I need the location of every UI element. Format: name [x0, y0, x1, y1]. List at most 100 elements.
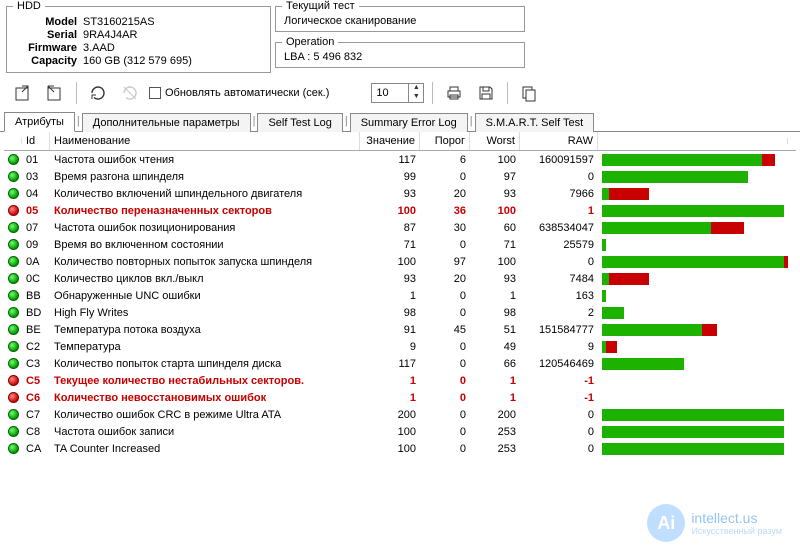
- col-raw[interactable]: RAW: [520, 132, 598, 150]
- cell-bar: [598, 425, 788, 439]
- interval-input[interactable]: [372, 84, 408, 102]
- cell-threshold: 0: [420, 357, 470, 371]
- cell-value: 99: [360, 170, 420, 184]
- cell-name: Время разгона шпинделя: [50, 170, 360, 184]
- cell-value: 117: [360, 357, 420, 371]
- table-row[interactable]: 07Частота ошибок позиционирования8730606…: [4, 219, 796, 236]
- status-led-icon: [8, 273, 19, 284]
- tab-2[interactable]: Self Test Log: [257, 113, 342, 132]
- cell-threshold: 20: [420, 272, 470, 286]
- table-row[interactable]: BBОбнаруженные UNC ошибки101163: [4, 287, 796, 304]
- col-threshold[interactable]: Порог: [420, 132, 470, 150]
- table-row[interactable]: C6Количество невосстановимых ошибок101-1: [4, 389, 796, 406]
- interval-spinner[interactable]: ▲ ▼: [371, 83, 424, 103]
- cell-worst: 49: [470, 340, 520, 354]
- cell-value: 1: [360, 391, 420, 405]
- status-led-icon: [8, 290, 19, 301]
- cell-raw: 0: [520, 170, 598, 184]
- tab-0[interactable]: Атрибуты: [4, 112, 75, 132]
- cell-id: 09: [22, 238, 50, 252]
- cell-name: Количество ошибок CRC в режиме Ultra ATA: [50, 408, 360, 422]
- auto-refresh-checkbox[interactable]: Обновлять автоматически (сек.): [149, 87, 329, 99]
- tab-3[interactable]: Summary Error Log: [350, 113, 468, 132]
- cell-name: Обнаруженные UNC ошибки: [50, 289, 360, 303]
- value-capacity: 160 GB (312 579 695): [83, 55, 262, 67]
- cell-threshold: 0: [420, 306, 470, 320]
- col-worst[interactable]: Worst: [470, 132, 520, 150]
- cell-bar: [598, 374, 788, 388]
- table-row[interactable]: 04Количество включений шпиндельного двиг…: [4, 185, 796, 202]
- col-value[interactable]: Значение: [360, 132, 420, 150]
- table-row[interactable]: C3Количество попыток старта шпинделя дис…: [4, 355, 796, 372]
- table-row[interactable]: CATA Counter Increased10002530: [4, 440, 796, 457]
- table-row[interactable]: C2Температура90499: [4, 338, 796, 355]
- export-button[interactable]: [10, 81, 36, 105]
- operation-title: Operation: [282, 36, 338, 48]
- tab-bar: Атрибуты|Дополнительные параметры|Self T…: [0, 111, 800, 132]
- copy-button[interactable]: [516, 81, 542, 105]
- cell-id: C2: [22, 340, 50, 354]
- tab-sep: |: [251, 115, 258, 127]
- spin-up-icon[interactable]: ▲: [409, 84, 423, 93]
- cell-bar: [598, 289, 788, 303]
- table-row[interactable]: C5Текущее количество нестабильных сектор…: [4, 372, 796, 389]
- table-row[interactable]: 0AКоличество повторных попыток запуска ш…: [4, 253, 796, 270]
- cell-bar: [598, 238, 788, 252]
- cell-id: 0A: [22, 255, 50, 269]
- stop-refresh-button[interactable]: [117, 81, 143, 105]
- tab-sep: |: [343, 115, 350, 127]
- table-row[interactable]: BEТемпература потока воздуха914551151584…: [4, 321, 796, 338]
- cell-bar: [598, 306, 788, 320]
- cell-value: 200: [360, 408, 420, 422]
- import-button[interactable]: [42, 81, 68, 105]
- separator: [432, 82, 433, 104]
- table-row[interactable]: 05Количество переназначенных секторов100…: [4, 202, 796, 219]
- cell-id: BB: [22, 289, 50, 303]
- cell-id: 04: [22, 187, 50, 201]
- cell-threshold: 97: [420, 255, 470, 269]
- table-row[interactable]: 03Время разгона шпинделя990970: [4, 168, 796, 185]
- cell-worst: 66: [470, 357, 520, 371]
- cell-threshold: 0: [420, 289, 470, 303]
- table-row[interactable]: C7Количество ошибок CRC в режиме Ultra A…: [4, 406, 796, 423]
- cell-name: High Fly Writes: [50, 306, 360, 320]
- cell-threshold: 0: [420, 340, 470, 354]
- cell-bar: [598, 323, 788, 337]
- cell-value: 100: [360, 425, 420, 439]
- status-led-icon: [8, 324, 19, 335]
- cell-value: 1: [360, 374, 420, 388]
- cell-value: 1: [360, 289, 420, 303]
- status-led-icon: [8, 426, 19, 437]
- table-row[interactable]: BDHigh Fly Writes980982: [4, 304, 796, 321]
- table-header: Id Наименование Значение Порог Worst RAW: [4, 132, 796, 151]
- cell-raw: 163: [520, 289, 598, 303]
- operation-value: LBA : 5 496 832: [284, 51, 516, 63]
- table-row[interactable]: C8Частота ошибок записи10002530: [4, 423, 796, 440]
- cell-threshold: 0: [420, 425, 470, 439]
- table-row[interactable]: 01Частота ошибок чтения1176100160091597: [4, 151, 796, 168]
- print-button[interactable]: [441, 81, 467, 105]
- tab-4[interactable]: S.M.A.R.T. Self Test: [475, 113, 595, 132]
- cell-raw: 0: [520, 425, 598, 439]
- cell-worst: 51: [470, 323, 520, 337]
- spin-down-icon[interactable]: ▼: [409, 93, 423, 102]
- cell-threshold: 0: [420, 391, 470, 405]
- status-led-icon: [8, 392, 19, 403]
- col-id[interactable]: Id: [22, 132, 50, 150]
- refresh-button[interactable]: [85, 81, 111, 105]
- col-name[interactable]: Наименование: [50, 132, 360, 150]
- table-row[interactable]: 09Время во включенном состоянии710712557…: [4, 236, 796, 253]
- cell-name: Количество повторных попыток запуска шпи…: [50, 255, 360, 269]
- cell-worst: 60: [470, 221, 520, 235]
- label-firmware: Firmware: [15, 42, 83, 54]
- cell-worst: 93: [470, 272, 520, 286]
- table-row[interactable]: 0CКоличество циклов вкл./выкл9320937484: [4, 270, 796, 287]
- tab-1[interactable]: Дополнительные параметры: [82, 113, 251, 132]
- cell-name: Количество включений шпиндельного двигат…: [50, 187, 360, 201]
- cell-value: 98: [360, 306, 420, 320]
- cell-name: TA Counter Increased: [50, 442, 360, 456]
- cell-id: BD: [22, 306, 50, 320]
- cell-raw: 160091597: [520, 153, 598, 167]
- save-button[interactable]: [473, 81, 499, 105]
- cell-worst: 98: [470, 306, 520, 320]
